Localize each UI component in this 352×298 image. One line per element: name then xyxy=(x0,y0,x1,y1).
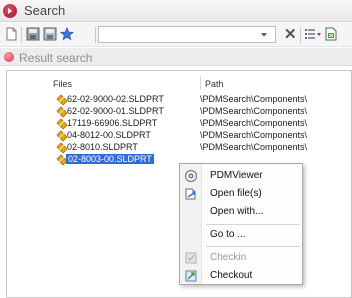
table-row[interactable]: 02-8010.SLDPRT \PDMSearch\Components\ xyxy=(56,142,346,154)
menu-item-label: Checkin xyxy=(210,252,247,263)
context-menu: PDMViewer Open file(s) Open with... Go t… xyxy=(179,163,303,285)
table-row[interactable]: 62-02-9000-01.SLDPRT \PDMSearch\Componen… xyxy=(56,106,346,118)
chevron-down-icon[interactable] xyxy=(261,33,267,37)
window-title: Search xyxy=(24,3,66,18)
result-search-label: Result search xyxy=(19,51,93,65)
menu-item-label: Open file(s) xyxy=(210,188,262,199)
status-dot-icon xyxy=(4,52,14,62)
search-toolbar: ✕ xyxy=(0,23,352,47)
save-icon[interactable] xyxy=(26,27,40,41)
app-logo-icon xyxy=(3,4,17,18)
file-name: 02-8010.SLDPRT xyxy=(67,142,138,152)
toolbar-separator xyxy=(300,27,301,43)
file-name: 17119-66906.SLDPRT xyxy=(67,118,158,128)
open-files-icon xyxy=(184,187,198,201)
table-row[interactable]: 04-8012-00.SLDPRT \PDMSearch\Components\ xyxy=(56,130,346,142)
save-as-icon[interactable] xyxy=(43,27,57,41)
file-name: 62-02-9000-01.SLDPRT xyxy=(67,106,164,116)
file-path: \PDMSearch\Components\ xyxy=(200,130,308,140)
checkin-icon xyxy=(184,251,198,265)
files-column-header[interactable]: Files xyxy=(53,79,72,89)
favorites-star-icon[interactable] xyxy=(59,27,75,41)
column-divider[interactable] xyxy=(200,76,201,90)
menu-item-label: Open with... xyxy=(210,206,264,217)
toolbar-separator xyxy=(21,27,22,43)
file-path: \PDMSearch\Components\ xyxy=(200,118,308,128)
file-name: 02-8003-00.SLDPRT xyxy=(66,154,154,164)
viewer-icon xyxy=(184,169,198,183)
menu-item-open-files[interactable]: Open file(s) xyxy=(180,185,302,203)
menu-item-label: Checkout xyxy=(210,270,253,281)
table-row[interactable]: 17119-66906.SLDPRT \PDMSearch\Components… xyxy=(56,118,346,130)
table-row[interactable]: 62-02-9000-02.SLDPRT \PDMSearch\Componen… xyxy=(56,94,346,106)
file-path: \PDMSearch\Components\ xyxy=(200,94,308,104)
menu-item-checkin[interactable]: Checkin xyxy=(180,249,302,267)
result-search-header: Result search xyxy=(0,48,352,66)
toolbar-separator xyxy=(95,27,96,43)
checkout-icon xyxy=(184,269,198,283)
menu-item-open-with[interactable]: Open with... xyxy=(180,203,302,221)
file-name: 62-02-9000-02.SLDPRT xyxy=(67,94,164,104)
file-path: \PDMSearch\Components\ xyxy=(200,142,308,152)
clear-search-icon[interactable]: ✕ xyxy=(284,25,297,43)
path-column-header[interactable]: Path xyxy=(205,79,224,89)
file-name: 04-8012-00.SLDPRT xyxy=(67,130,151,140)
file-path: \PDMSearch\Components\ xyxy=(200,106,308,116)
list-view-icon[interactable] xyxy=(305,27,321,41)
export-excel-icon[interactable] xyxy=(324,27,338,41)
menu-item-go-to[interactable]: Go to ... xyxy=(180,226,302,244)
menu-item-label: Go to ... xyxy=(210,229,246,240)
new-document-icon[interactable] xyxy=(4,27,18,41)
menu-separator xyxy=(206,224,300,225)
menu-item-checkout[interactable]: Checkout xyxy=(180,267,302,285)
menu-separator xyxy=(206,246,300,247)
search-combobox[interactable] xyxy=(98,26,276,43)
menu-item-label: PDMViewer xyxy=(210,170,263,181)
window-titlebar: Search xyxy=(0,0,352,22)
menu-item-pdmviewer[interactable]: PDMViewer xyxy=(180,167,302,185)
